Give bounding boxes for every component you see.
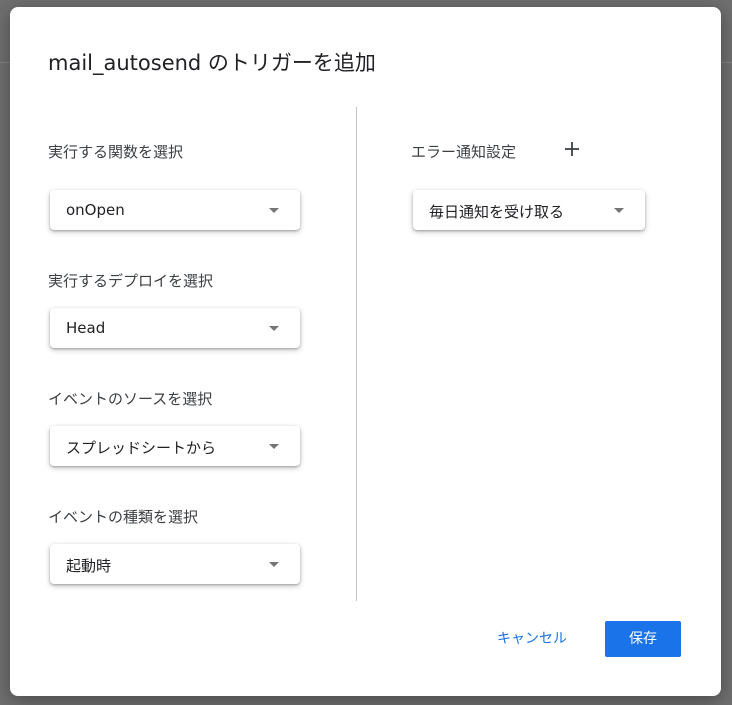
function-label: 実行する関数を選択 — [48, 143, 184, 161]
caret-down-icon — [269, 562, 279, 567]
plus-icon — [565, 142, 579, 156]
save-button[interactable]: 保存 — [605, 621, 681, 657]
dialog-title: mail_autosend のトリガーを追加 — [48, 51, 376, 75]
function-select[interactable]: onOpen — [50, 190, 300, 230]
deployment-label: 実行するデプロイを選択 — [48, 272, 214, 290]
caret-down-icon — [269, 208, 279, 213]
add-notification-button[interactable] — [561, 138, 583, 160]
event-source-select-value: スプレッドシートから — [66, 439, 217, 457]
event-source-select[interactable]: スプレッドシートから — [50, 426, 300, 466]
event-type-label: イベントの種類を選択 — [48, 508, 199, 526]
function-select-value: onOpen — [66, 201, 125, 219]
deployment-select[interactable]: Head — [50, 308, 300, 348]
caret-down-icon — [269, 444, 279, 449]
error-notification-select[interactable]: 毎日通知を受け取る — [413, 190, 645, 230]
add-trigger-dialog: mail_autosend のトリガーを追加 実行する関数を選択 onOpen … — [10, 7, 721, 696]
event-source-label: イベントのソースを選択 — [48, 390, 213, 408]
event-type-select[interactable]: 起動時 — [50, 544, 300, 584]
cancel-button[interactable]: キャンセル — [484, 622, 580, 656]
event-type-select-value: 起動時 — [66, 557, 112, 575]
caret-down-icon — [269, 326, 279, 331]
caret-down-icon — [614, 208, 624, 213]
column-divider — [356, 107, 357, 601]
error-notification-label: エラー通知設定 — [411, 143, 517, 161]
error-notification-select-value: 毎日通知を受け取る — [429, 203, 565, 221]
deployment-select-value: Head — [66, 319, 106, 337]
